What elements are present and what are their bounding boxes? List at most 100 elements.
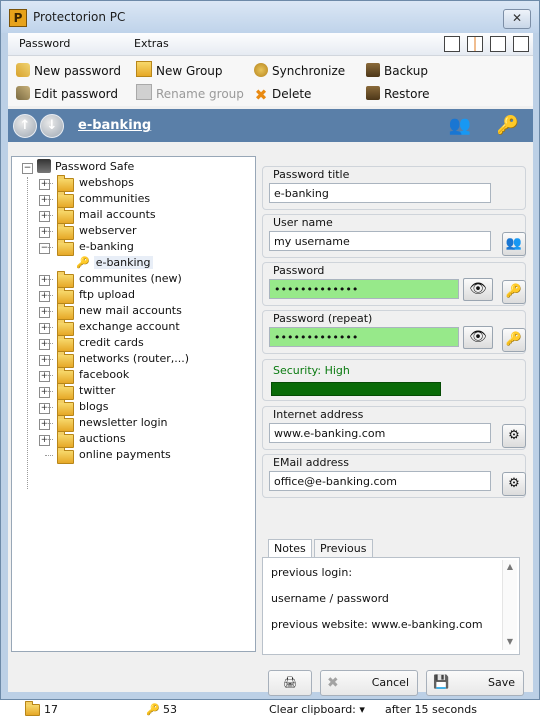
tree-expand-toggle[interactable]: + — [39, 419, 50, 430]
tree-expand-toggle[interactable]: + — [39, 179, 50, 190]
tree-connector — [45, 295, 53, 296]
password-repeat-field[interactable]: ••••••••••••• — [269, 327, 459, 347]
tree-group-item[interactable]: new mail accounts — [57, 303, 182, 320]
tab-previous[interactable]: Previous — [314, 539, 373, 558]
tree-expand-toggle[interactable]: + — [39, 211, 50, 222]
tree-expand-toggle[interactable]: − — [39, 243, 50, 254]
layout-split-icon[interactable] — [467, 36, 483, 52]
tree-connector — [45, 231, 53, 232]
key-icon[interactable]: 🔑 — [496, 114, 520, 138]
tree-entry-item[interactable]: 🔑 e-banking — [76, 255, 153, 271]
clear-clipboard-dropdown[interactable]: Clear clipboard: ▾ — [269, 703, 365, 716]
toolbar: New password Edit password New Group Ren… — [8, 56, 533, 106]
tree-expand-toggle[interactable]: + — [39, 371, 50, 382]
restore-button[interactable]: Restore — [366, 84, 430, 104]
notes-section: Notes Previous previous login: username … — [262, 539, 524, 657]
menu-extras[interactable]: Extras — [134, 37, 169, 50]
tree-expand-toggle[interactable]: + — [39, 227, 50, 238]
menu-bar: Password Extras — [8, 33, 533, 56]
user-name-field[interactable]: my username — [269, 231, 491, 251]
select-user-button[interactable]: 👥 — [502, 232, 526, 256]
synchronize-button[interactable]: Synchronize — [254, 61, 345, 81]
edit-password-label: Edit password — [34, 87, 119, 101]
layout-grid-icon[interactable] — [444, 36, 460, 52]
password-title-group: Password title e-banking — [262, 166, 526, 210]
tree-group-item[interactable]: auctions — [57, 431, 126, 448]
tree-group-item[interactable]: networks (router,...) — [57, 351, 189, 368]
close-button[interactable]: ✕ — [503, 9, 531, 29]
tree-expand-toggle[interactable]: + — [39, 275, 50, 286]
window-title: Protectorion PC — [33, 10, 126, 24]
tree-group-label: exchange account — [79, 320, 180, 333]
open-website-gear-icon[interactable]: ⚙ — [502, 424, 526, 448]
arrow-up-icon[interactable]: ↑ — [13, 114, 37, 138]
tree-expand-toggle[interactable]: + — [39, 403, 50, 414]
tree-group-item[interactable]: exchange account — [57, 319, 180, 336]
tree-group-item[interactable]: mail accounts — [57, 207, 156, 224]
restore-icon — [366, 86, 380, 100]
tree-expand-toggle[interactable]: + — [39, 307, 50, 318]
new-password-button[interactable]: New password — [16, 61, 121, 81]
users-icon[interactable]: 👥 — [448, 114, 472, 138]
tree-expand-toggle[interactable]: + — [39, 339, 50, 350]
save-button[interactable]: 💾 Save — [426, 670, 524, 696]
notes-content: previous login: username / password prev… — [271, 566, 483, 631]
tree-group-label: mail accounts — [79, 208, 156, 221]
tree-group-item[interactable]: blogs — [57, 399, 108, 416]
generate-password-button[interactable]: 🔑 — [502, 280, 526, 304]
tree-group-item[interactable]: twitter — [57, 383, 115, 400]
tree-expand-toggle[interactable]: + — [39, 355, 50, 366]
generate-password-repeat-button[interactable]: 🔑 — [502, 328, 526, 352]
tree-root-label: Password Safe — [55, 160, 135, 173]
tree-group-item[interactable]: e-banking — [57, 239, 134, 256]
password-title-field[interactable]: e-banking — [269, 183, 491, 203]
delete-button[interactable]: ✖ Delete — [254, 84, 312, 104]
tree-group-item[interactable]: webserver — [57, 223, 137, 240]
current-entry-title[interactable]: e-banking — [78, 118, 151, 133]
tree-group-item[interactable]: newsletter login — [57, 415, 168, 432]
notes-scrollbar[interactable]: ▲ ▼ — [502, 560, 517, 650]
tree-connector — [45, 391, 53, 392]
tree-group-item[interactable]: facebook — [57, 367, 129, 384]
tree-connector — [45, 407, 53, 408]
email-address-field[interactable]: office@e-banking.com — [269, 471, 491, 491]
tree-group-item[interactable]: communities — [57, 191, 150, 208]
key-count-icon: 🔑 — [146, 703, 160, 716]
new-group-button[interactable]: New Group — [136, 61, 223, 81]
scroll-down-arrow-icon[interactable]: ▼ — [503, 637, 517, 646]
tree-root[interactable]: Password Safe — [37, 159, 134, 175]
tree-group-label: e-banking — [79, 240, 134, 253]
edit-password-button[interactable]: Edit password — [16, 84, 118, 104]
cancel-button[interactable]: ✖ Cancel — [320, 670, 418, 696]
internet-address-field[interactable]: www.e-banking.com — [269, 423, 491, 443]
tree-group-item[interactable]: online payments — [57, 447, 171, 464]
tree-group-item[interactable]: webshops — [57, 175, 134, 192]
backup-button[interactable]: Backup — [366, 61, 428, 81]
folder-icon — [57, 367, 74, 384]
scroll-up-arrow-icon[interactable]: ▲ — [503, 562, 517, 571]
tab-notes[interactable]: Notes — [268, 539, 312, 559]
folder-rename-icon — [136, 84, 152, 100]
tree-collapse-toggle[interactable]: − — [22, 163, 33, 174]
tree-group-item[interactable]: credit cards — [57, 335, 144, 352]
notes-textarea[interactable]: previous login: username / password prev… — [262, 557, 520, 655]
tree-expand-toggle[interactable]: + — [39, 323, 50, 334]
show-password-repeat-eye-icon[interactable]: 👁 — [463, 326, 493, 349]
tree-expand-toggle[interactable]: + — [39, 435, 50, 446]
tree-expand-toggle[interactable]: + — [39, 291, 50, 302]
password-field[interactable]: ••••••••••••• — [269, 279, 459, 299]
tree-expand-toggle[interactable]: + — [39, 387, 50, 398]
folder-icon — [57, 303, 74, 320]
rename-group-button[interactable]: Rename group — [136, 84, 244, 104]
print-button[interactable]: 🖨 — [268, 670, 312, 696]
show-password-eye-icon[interactable]: 👁 — [463, 278, 493, 301]
tree-group-item[interactable]: ftp upload — [57, 287, 135, 304]
delete-label: Delete — [272, 87, 312, 101]
arrow-down-icon[interactable]: ↓ — [40, 114, 64, 138]
tree-group-item[interactable]: communites (new) — [57, 271, 182, 288]
layout-columns-icon[interactable] — [490, 36, 506, 52]
open-email-gear-icon[interactable]: ⚙ — [502, 472, 526, 496]
tree-expand-toggle[interactable]: + — [39, 195, 50, 206]
menu-password[interactable]: Password — [19, 37, 70, 50]
layout-single-icon[interactable] — [513, 36, 529, 52]
